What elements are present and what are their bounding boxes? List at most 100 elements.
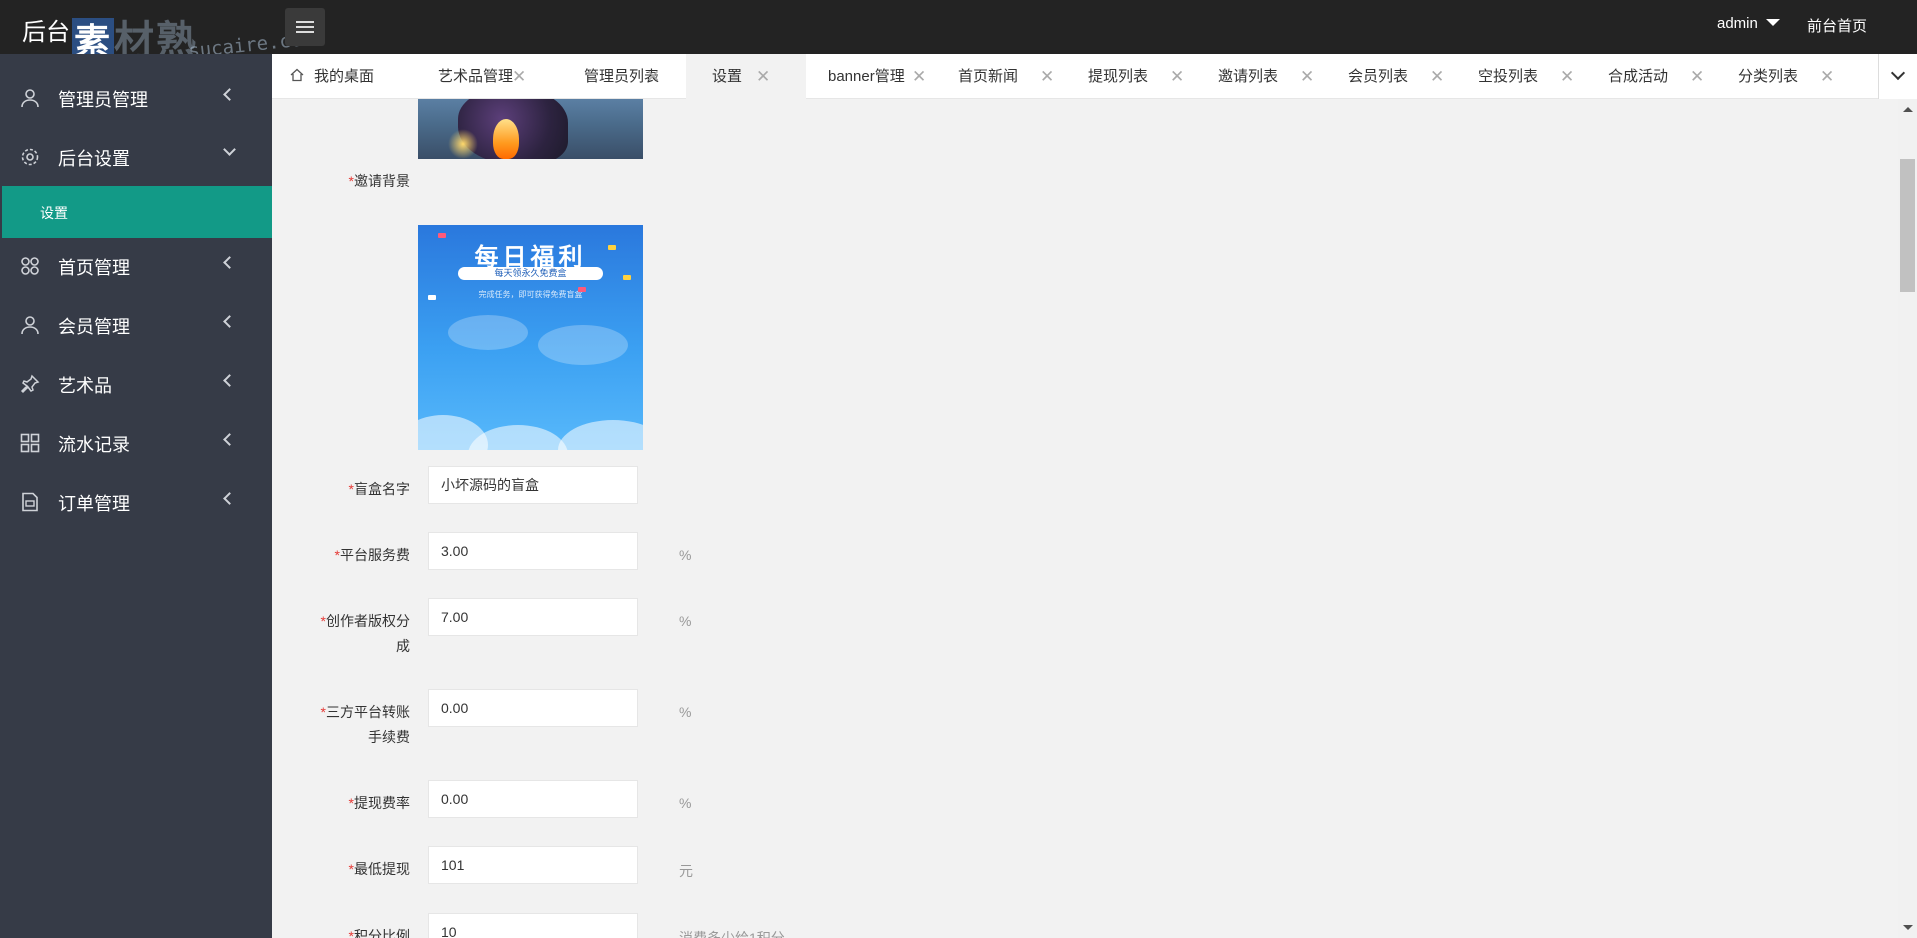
close-icon[interactable]: ✕: [1300, 54, 1314, 99]
user-menu[interactable]: admin: [1717, 15, 1780, 32]
points-ratio-input[interactable]: [428, 913, 638, 938]
confetti-shape: [578, 287, 586, 292]
tab-category-list[interactable]: 分类列表 ✕: [1716, 54, 1846, 99]
close-icon[interactable]: ✕: [1560, 54, 1574, 99]
close-icon[interactable]: ✕: [646, 54, 660, 99]
document-icon: [22, 492, 38, 512]
cloud-shape: [558, 420, 643, 450]
sidebar-item-settings[interactable]: 后台设置: [0, 129, 272, 185]
image-flame: [493, 119, 519, 159]
close-icon[interactable]: ✕: [1170, 54, 1184, 99]
scroll-up-icon[interactable]: [1903, 107, 1913, 112]
sidebar-subitem-settings[interactable]: 设置: [2, 186, 272, 238]
tab-admin-list[interactable]: 管理员列表 ✕: [542, 54, 686, 99]
banner-subtitle: 每天领永久免费盒: [458, 267, 603, 280]
unit-yuan: 元: [679, 863, 693, 879]
field-label-service-fee: *平台服务费: [272, 543, 410, 568]
image-glow: [448, 129, 478, 159]
creator-royalty-input[interactable]: [428, 598, 638, 636]
chevron-left-icon: [223, 315, 236, 328]
tab-settings[interactable]: 设置 ✕: [686, 54, 806, 99]
scroll-down-icon[interactable]: [1903, 925, 1913, 930]
field-label-transfer-fee: *三方平台转账 手续费: [272, 700, 410, 750]
tab-artwork-management[interactable]: 艺术品管理 ✕: [398, 54, 542, 99]
confetti-shape: [438, 233, 446, 238]
tab-banner-management[interactable]: banner管理 ✕: [806, 54, 936, 99]
sidebar-item-orders[interactable]: 订单管理: [0, 474, 272, 530]
user-name: admin: [1717, 15, 1758, 32]
sidebar-item-transactions[interactable]: 流水记录: [0, 415, 272, 471]
close-icon[interactable]: ✕: [512, 54, 526, 99]
cloud-shape: [468, 425, 568, 450]
invite-bg-image[interactable]: 每日福利 每天领永久免费盒 完成任务，即可获得免费盲盒: [418, 225, 643, 450]
unit-percent: %: [679, 704, 692, 720]
cloud-shape: [538, 325, 628, 365]
close-icon[interactable]: ✕: [756, 54, 770, 99]
user-icon: [21, 89, 39, 108]
withdraw-rate-input[interactable]: [428, 780, 638, 818]
chevron-down-icon: [223, 143, 236, 156]
frontend-home-link[interactable]: 前台首页: [1807, 15, 1867, 36]
chevron-down-icon: [1890, 65, 1906, 81]
tab-label: 分类列表: [1738, 68, 1799, 85]
field-label-creator-royalty: *创作者版权分成: [272, 609, 410, 659]
menu-toggle-button[interactable]: [285, 8, 325, 46]
tab-label: 空投列表: [1478, 68, 1539, 85]
label-text: 积分比例: [354, 928, 410, 938]
hamburger-icon: [296, 21, 314, 23]
pin-icon: [20, 374, 40, 394]
chevron-left-icon: [223, 433, 236, 446]
cloud-shape: [448, 315, 528, 350]
label-text: 创作者版权分: [326, 613, 410, 629]
field-label-points-ratio: *积分比例: [272, 924, 410, 938]
sidebar-item-home[interactable]: 首页管理: [0, 238, 272, 294]
unit-percent: %: [679, 795, 692, 811]
sidebar-item-label: 后台设置: [58, 149, 130, 169]
banner-note: 完成任务，即可获得免费盲盒: [478, 290, 583, 299]
tab-label: 合成活动: [1608, 68, 1669, 85]
sidebar: 管理员管理 后台设置 设置 首页管理 会员管理 艺术品 流水记录 订单管理: [0, 54, 272, 938]
sidebar-item-artworks[interactable]: 艺术品: [0, 356, 272, 412]
label-text: 最低提现: [354, 861, 410, 877]
confetti-shape: [428, 295, 436, 300]
tab-label: 提现列表: [1088, 68, 1149, 85]
sidebar-item-members[interactable]: 会员管理: [0, 297, 272, 353]
tabs-more-button[interactable]: [1878, 54, 1917, 99]
confetti-shape: [608, 245, 616, 250]
tab-bar: 我的桌面 艺术品管理 ✕ 管理员列表 ✕ 设置 ✕ banner管理 ✕ 首页新…: [272, 54, 1917, 99]
close-icon[interactable]: ✕: [1040, 54, 1054, 99]
tab-desktop[interactable]: 我的桌面: [272, 54, 398, 99]
tab-withdraw-list[interactable]: 提现列表 ✕: [1066, 54, 1196, 99]
sidebar-item-label: 首页管理: [58, 258, 130, 278]
invite-bg-label: *邀请背景: [272, 169, 410, 194]
close-icon[interactable]: ✕: [1690, 54, 1704, 99]
apps-icon: [20, 433, 40, 453]
tab-airdrop-list[interactable]: 空投列表 ✕: [1456, 54, 1586, 99]
caret-down-icon: [1765, 19, 1780, 27]
close-icon[interactable]: ✕: [1430, 54, 1444, 99]
tab-home-news[interactable]: 首页新闻 ✕: [936, 54, 1066, 99]
label-text: 三方平台转账: [326, 704, 410, 720]
sidebar-item-admin[interactable]: 管理员管理: [0, 70, 272, 126]
close-icon[interactable]: ✕: [912, 54, 926, 99]
scrollbar-thumb[interactable]: [1900, 159, 1915, 292]
chevron-left-icon: [223, 256, 236, 269]
image-preview-top: [418, 99, 643, 159]
content-scrollbar[interactable]: [1898, 99, 1917, 938]
blindbox-name-input[interactable]: [428, 466, 638, 504]
tab-label: 邀请列表: [1218, 68, 1279, 85]
label-text: 手续费: [368, 729, 410, 745]
service-fee-input[interactable]: [428, 532, 638, 570]
tab-member-list[interactable]: 会员列表 ✕: [1326, 54, 1456, 99]
label-text: 成: [396, 638, 410, 654]
sidebar-item-label: 流水记录: [58, 435, 130, 455]
sidebar-subitem-label: 设置: [40, 205, 68, 221]
transfer-fee-input[interactable]: [428, 689, 638, 727]
tab-label: 我的桌面: [314, 68, 375, 85]
field-label-min-withdraw: *最低提现: [272, 857, 410, 882]
tab-invite-list[interactable]: 邀请列表 ✕: [1196, 54, 1326, 99]
close-icon[interactable]: ✕: [1820, 54, 1834, 99]
label-text: 提现费率: [354, 795, 410, 811]
min-withdraw-input[interactable]: [428, 846, 638, 884]
tab-synthesis-activity[interactable]: 合成活动 ✕: [1586, 54, 1716, 99]
